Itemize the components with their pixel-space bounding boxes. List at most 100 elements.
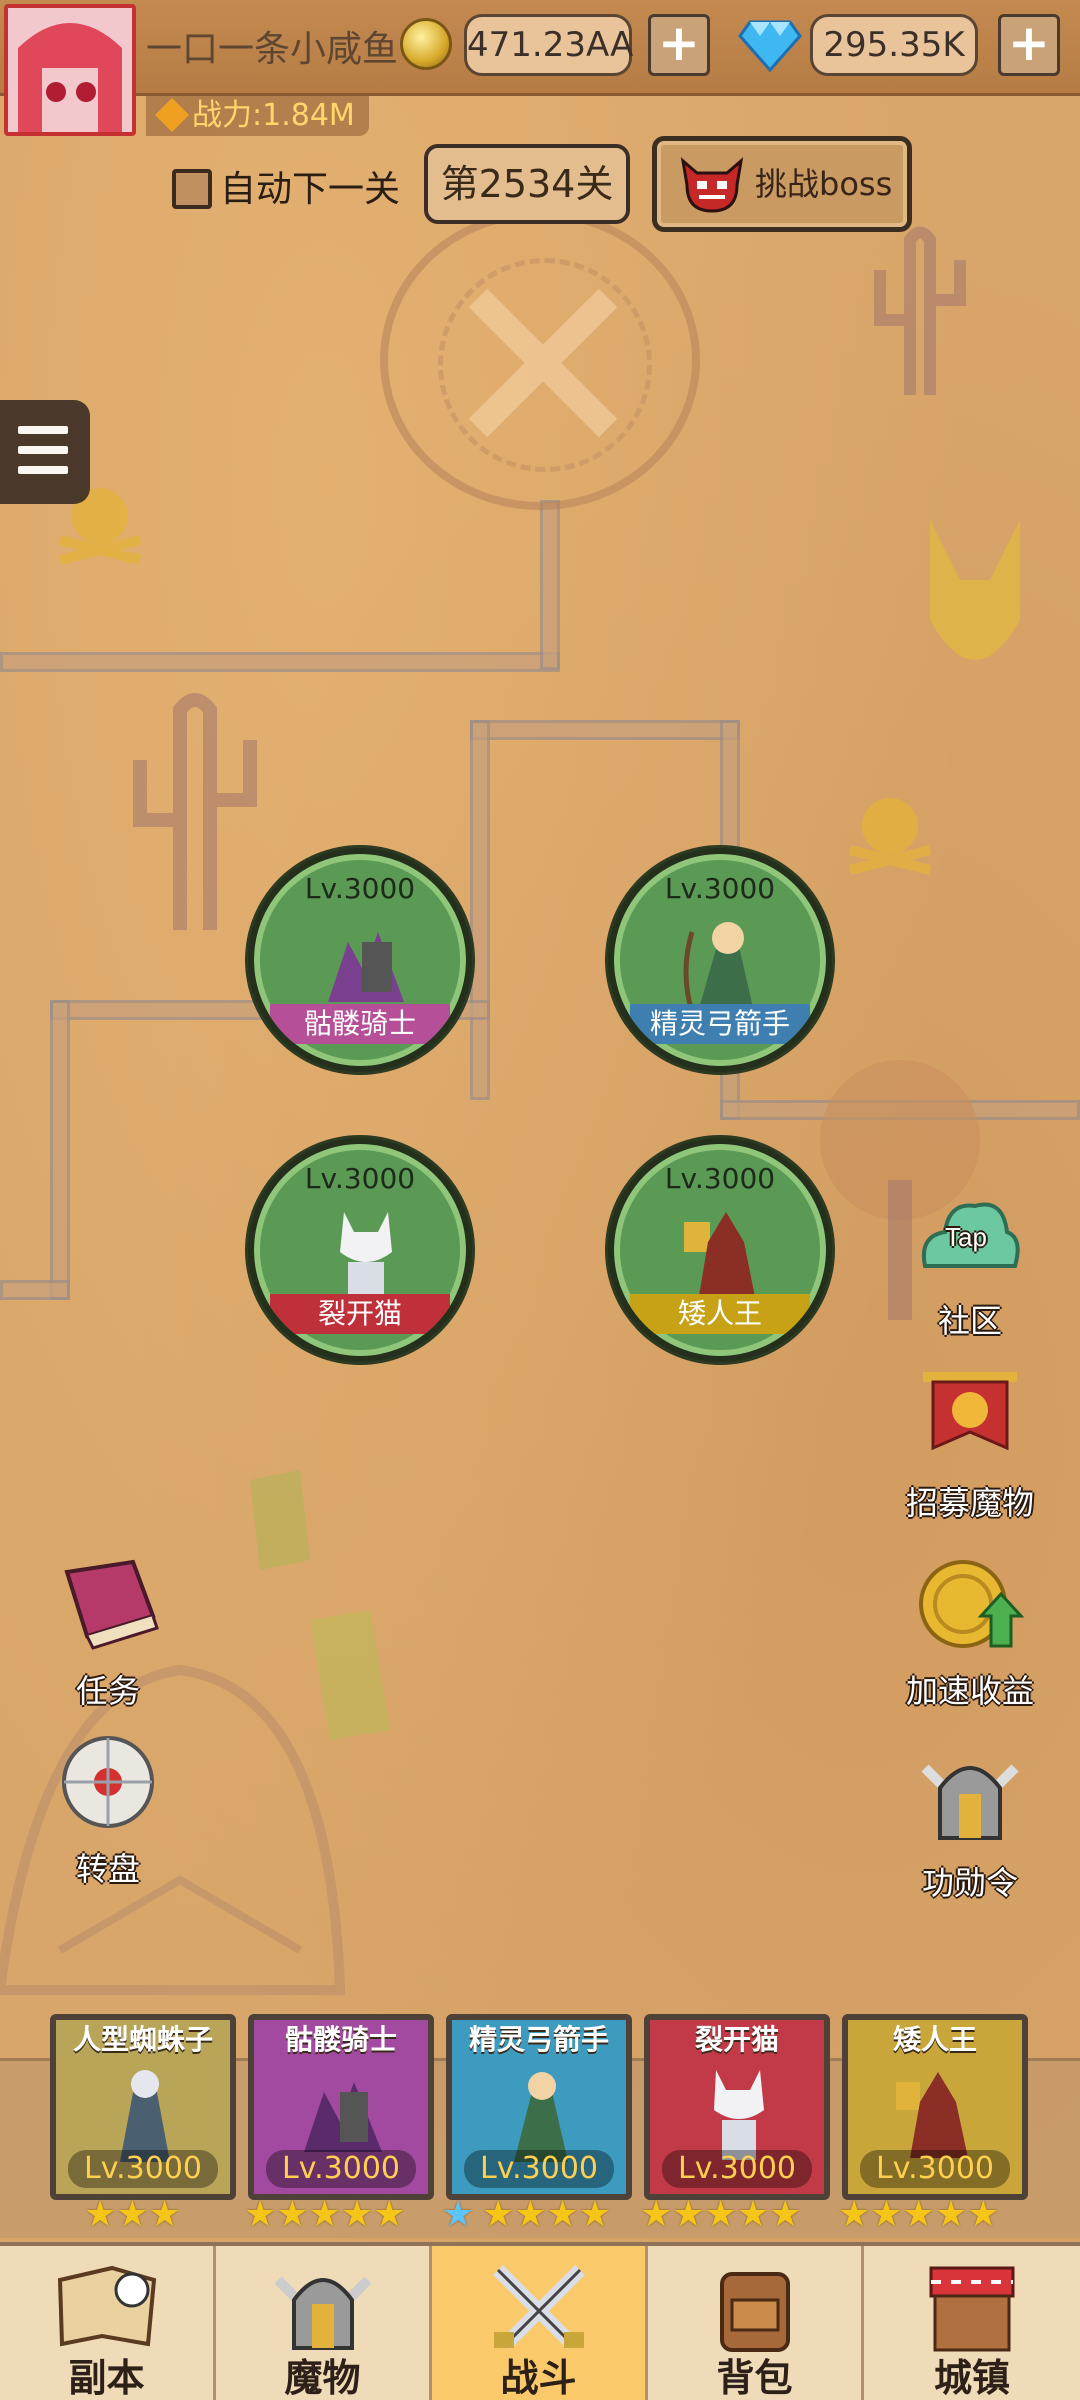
map-path (0, 1280, 70, 1300)
crossed-swords-icon (492, 2265, 585, 2349)
team-card-dwarf-king[interactable]: 矮人王 Lv.3000 (842, 2014, 1028, 2200)
star-rating: ★★★★★ (838, 2194, 1000, 2235)
nav-dungeon[interactable]: 副本 (0, 2246, 216, 2400)
team-card-level: Lv.3000 (662, 2150, 812, 2188)
roulette-wheel-icon (62, 1736, 154, 1828)
community-button[interactable]: Tap 社区 (900, 1186, 1040, 1342)
split-cat-figure (714, 2070, 764, 2160)
hero-level: Lv.3000 (664, 1162, 776, 1195)
nav-label: 背包 (716, 2356, 793, 2400)
map-path (470, 720, 490, 1100)
auto-next-label: 自动下一关 (220, 169, 401, 210)
power-icon (155, 98, 189, 132)
skeleton-knight-figure (304, 2082, 382, 2152)
crystal-decoration (250, 1470, 310, 1570)
bottom-nav: 副本 魔物 战斗 背包 城镇 (0, 2242, 1080, 2400)
demon-head-icon (680, 157, 744, 213)
nav-label: 战斗 (500, 2356, 577, 2400)
map-hero-skeleton-knight[interactable]: Lv.3000 骷髅骑士 (248, 848, 472, 1072)
hero-level: Lv.3000 (304, 872, 416, 905)
add-gem-button[interactable]: + (998, 14, 1060, 76)
power-label: 战力:1.84M (192, 98, 355, 133)
community-label: 社区 (937, 1302, 1002, 1340)
auto-next-checkbox[interactable] (172, 169, 212, 209)
recruit-label: 招募魔物 (905, 1484, 1034, 1522)
speed-label: 加速收益 (905, 1672, 1034, 1710)
team-card-elf-archer[interactable]: 精灵弓箭手 Lv.3000 (446, 2014, 632, 2200)
menu-button[interactable] (0, 400, 90, 504)
map-hero-split-cat[interactable]: Lv.3000 裂开猫 (248, 1138, 472, 1362)
wheel-label: 转盘 (75, 1850, 140, 1888)
star-rating: ★★★★★ (244, 2194, 406, 2235)
add-gold-button[interactable]: + (648, 14, 710, 76)
team-card-name: 人型蜘蛛子 (72, 2023, 213, 2056)
map-path (50, 1000, 70, 1300)
dwarf-king-figure (896, 2072, 968, 2158)
map-path (0, 652, 560, 672)
team-card-level: Lv.3000 (266, 2150, 416, 2188)
team-card-split-cat[interactable]: 裂开猫 Lv.3000 (644, 2014, 830, 2200)
map-path (470, 720, 740, 740)
coin-arrow-icon (919, 1560, 1025, 1648)
hero-name: 骷髅骑士 (270, 1004, 450, 1044)
team-card-level: Lv.3000 (68, 2150, 218, 2188)
star-rating: ★★★ (84, 2194, 181, 2235)
hero-level: Lv.3000 (304, 1162, 416, 1195)
horned-helmet-icon (921, 1764, 1019, 1840)
elf-archer-figure (514, 2072, 568, 2162)
book-icon (64, 1559, 159, 1650)
team-card-level: Lv.3000 (860, 2150, 1010, 2188)
player-name: 一口一条小咸鱼 (146, 29, 399, 70)
map-scroll-icon (57, 2265, 156, 2347)
shop-icon (929, 2266, 1015, 2352)
tap-cloud-icon: Tap (922, 1202, 1020, 1268)
map-hero-elf-archer[interactable]: Lv.3000 精灵弓箭手 (608, 848, 832, 1072)
team-card-name: 矮人王 (892, 2023, 977, 2056)
merit-label: 功勋令 (921, 1864, 1018, 1902)
nav-backpack[interactable]: 背包 (648, 2246, 864, 2400)
nav-label: 城镇 (933, 2356, 1010, 2400)
cactus-decoration (133, 693, 257, 930)
tasks-button[interactable]: 任务 (38, 1556, 178, 1712)
star-rating: ★★★★★ (640, 2194, 802, 2235)
star-rating: ★★★★ (482, 2194, 612, 2235)
nav-town[interactable]: 城镇 (864, 2246, 1080, 2400)
player-avatar[interactable] (4, 4, 136, 136)
menu-icon (18, 426, 68, 434)
team-card-spider[interactable]: 人型蜘蛛子 Lv.3000 (50, 2014, 236, 2200)
skull-decoration (848, 798, 932, 875)
hero-name: 精灵弓箭手 (630, 1004, 810, 1044)
fox-statue-decoration (930, 520, 1020, 660)
backpack-icon (719, 2272, 790, 2352)
nav-battle[interactable]: 战斗 (432, 2246, 648, 2400)
map-path (540, 500, 560, 670)
recruit-monsters-button[interactable]: 招募魔物 (900, 1368, 1040, 1524)
speed-up-income-button[interactable]: 加速收益 (900, 1556, 1040, 1712)
lucky-wheel-button[interactable]: 转盘 (38, 1734, 178, 1890)
team-card-name: 骷髅骑士 (284, 2023, 397, 2056)
hero-level: Lv.3000 (664, 872, 776, 905)
gem-amount: 295.35K (810, 14, 978, 76)
challenge-boss-button[interactable]: 挑战boss (652, 136, 912, 232)
team-card-name: 精灵弓箭手 (468, 2023, 609, 2056)
nav-label: 魔物 (284, 2356, 361, 2400)
auto-next-toggle[interactable]: 自动下一关 (172, 160, 400, 212)
nav-monsters[interactable]: 魔物 (216, 2246, 432, 2400)
team-card-name: 裂开猫 (694, 2023, 779, 2056)
gold-coin-icon (400, 18, 452, 70)
monster-helmet-icon (273, 2276, 372, 2350)
hero-name: 裂开猫 (270, 1294, 450, 1334)
team-card-level: Lv.3000 (464, 2150, 614, 2188)
merit-order-button[interactable]: 功勋令 (900, 1748, 1040, 1904)
map-hero-dwarf-king[interactable]: Lv.3000 矮人王 (608, 1138, 832, 1362)
gold-amount: 471.23AA (464, 14, 633, 76)
nav-label: 副本 (68, 2356, 145, 2400)
team-card-skeleton-knight[interactable]: 骷髅骑士 Lv.3000 (248, 2014, 434, 2200)
cactus-decoration (874, 226, 966, 395)
hero-name: 矮人王 (630, 1294, 810, 1334)
diamond-icon (738, 20, 802, 72)
challenge-boss-label: 挑战boss (755, 165, 893, 203)
combat-power: 战力:1.84M (146, 96, 369, 136)
banner-helmet-icon (923, 1372, 1017, 1451)
spider-girl-figure (120, 2070, 170, 2162)
